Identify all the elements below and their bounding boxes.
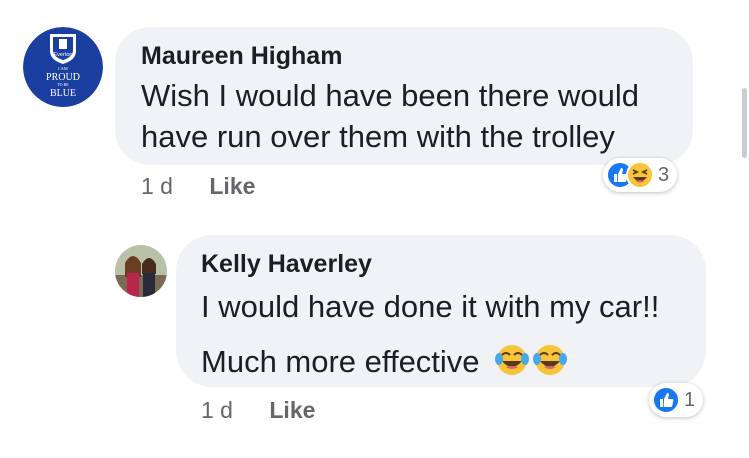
everton-crest-icon: Everton I AM PROUD TO BE BLUE bbox=[23, 27, 103, 107]
comment-bubble: Kelly Haverley I would have done it with… bbox=[176, 235, 706, 387]
comment-meta: 1 d Like bbox=[141, 173, 255, 200]
reactions-summary[interactable]: 3 bbox=[603, 158, 678, 192]
like-icon bbox=[652, 386, 680, 414]
svg-text:TO BE: TO BE bbox=[57, 82, 69, 87]
comment-text-line: Much more effective bbox=[201, 341, 706, 388]
profile-photo-icon bbox=[115, 245, 167, 297]
comment-author[interactable]: Maureen Higham bbox=[141, 42, 693, 71]
reaction-count: 1 bbox=[684, 388, 696, 411]
avatar[interactable]: Everton I AM PROUD TO BE BLUE bbox=[23, 27, 103, 107]
avatar[interactable] bbox=[115, 245, 167, 297]
like-button[interactable]: Like bbox=[269, 397, 315, 423]
comment-author[interactable]: Kelly Haverley bbox=[201, 250, 706, 279]
scrollbar[interactable] bbox=[742, 88, 747, 158]
reaction-count: 3 bbox=[658, 163, 670, 186]
reactions-summary[interactable]: 1 bbox=[649, 383, 704, 417]
comment-bubble: Maureen Higham Wish I would have been th… bbox=[115, 27, 693, 165]
comment-text-line: have run over them with the trolley bbox=[141, 119, 615, 154]
comment-meta: 1 d Like bbox=[201, 397, 315, 424]
tears-of-joy-emoji bbox=[494, 342, 570, 388]
comment-text-line: Wish I would have been there would bbox=[141, 78, 640, 113]
comment-text-line: I would have done it with my car!! bbox=[201, 289, 660, 324]
like-button[interactable]: Like bbox=[209, 173, 255, 199]
laugh-icon bbox=[626, 161, 654, 189]
svg-text:BLUE: BLUE bbox=[50, 88, 76, 99]
comment-text: Much more effective bbox=[201, 344, 480, 379]
svg-text:Everton: Everton bbox=[54, 52, 73, 58]
comment-timestamp[interactable]: 1 d bbox=[201, 397, 233, 423]
comment-timestamp[interactable]: 1 d bbox=[141, 173, 173, 199]
svg-text:I AM: I AM bbox=[58, 66, 68, 71]
